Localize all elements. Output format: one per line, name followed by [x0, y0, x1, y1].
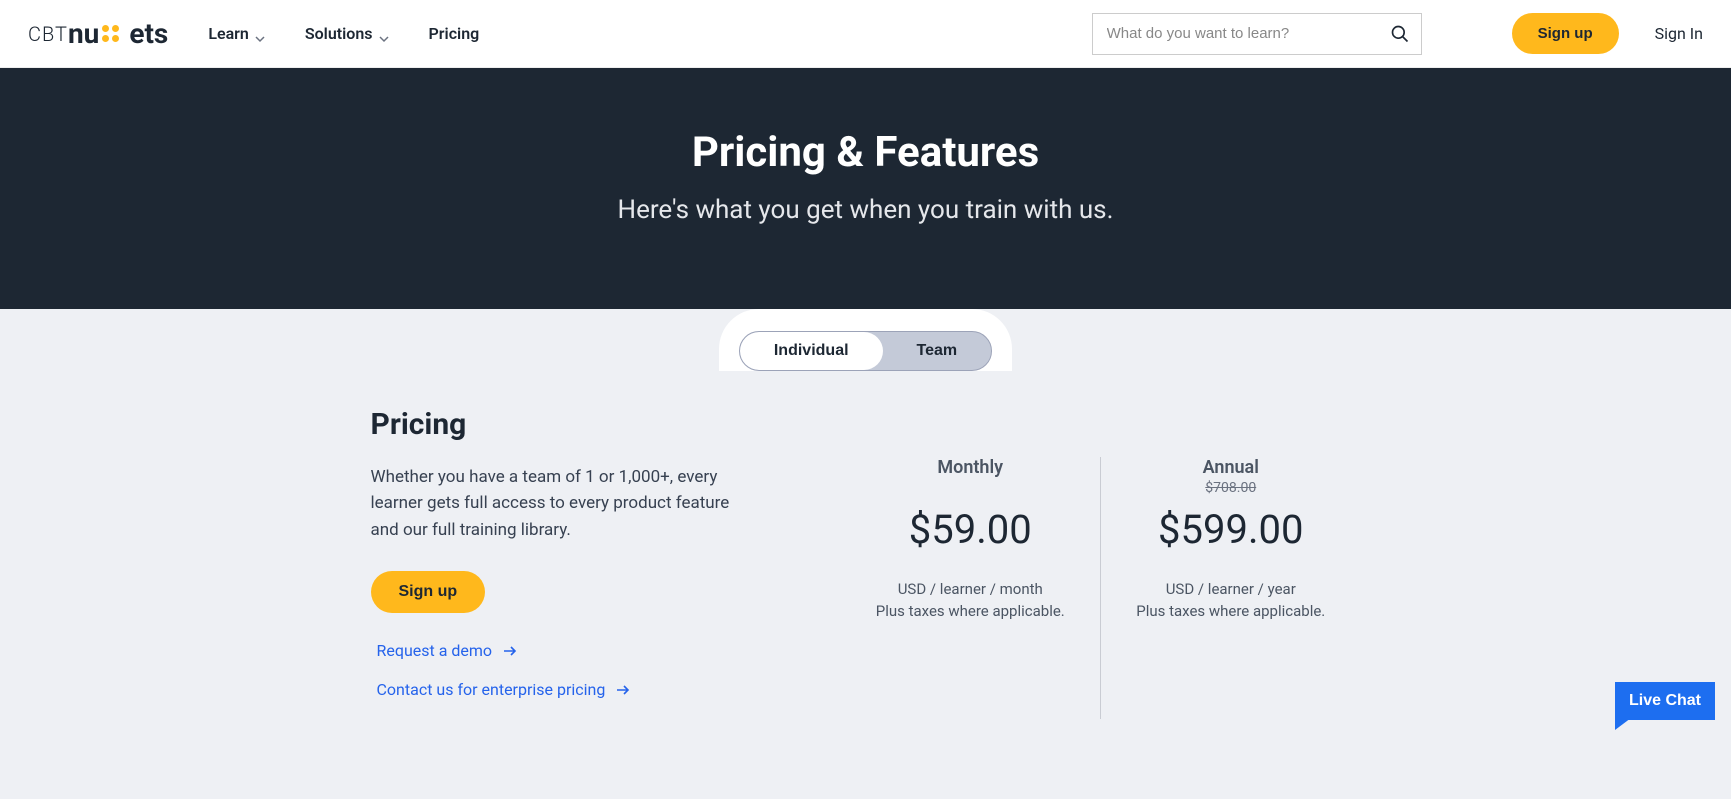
hero: Pricing & Features Here's what you get w… [0, 68, 1731, 345]
annual-strike: $708.00 [1101, 480, 1361, 498]
search-icon[interactable] [1390, 24, 1410, 44]
logo[interactable]: CBT nu ets [28, 17, 168, 50]
enterprise-pricing-label: Contact us for enterprise pricing [377, 680, 606, 699]
chevron-down-icon [379, 29, 389, 39]
nav-solutions[interactable]: Solutions [305, 24, 389, 43]
monthly-label: Monthly [841, 457, 1101, 478]
annual-label: Annual [1101, 457, 1361, 478]
toggle-team[interactable]: Team [883, 332, 992, 370]
nav-learn[interactable]: Learn [208, 24, 265, 43]
main-nav: Learn Solutions Pricing [208, 24, 479, 43]
pricing-signup-button[interactable]: Sign up [371, 571, 486, 613]
chat-tail-icon [1615, 718, 1631, 730]
price-card-annual: Annual $708.00 $599.00 USD / learner / y… [1101, 457, 1361, 719]
live-chat-button[interactable]: Live Chat [1615, 682, 1715, 720]
logo-dots-icon [101, 24, 127, 43]
logo-cbt: CBT [28, 22, 68, 46]
logo-nu: nu [68, 17, 99, 50]
pricing-cards: Monthly $59.00 USD / learner / month Plu… [841, 407, 1361, 719]
live-chat-label: Live Chat [1629, 692, 1701, 709]
search-wrap [1092, 13, 1422, 55]
monthly-sub2: Plus taxes where applicable. [841, 601, 1101, 623]
nav-solutions-label: Solutions [305, 24, 373, 43]
pricing-left: Pricing Whether you have a team of 1 or … [371, 407, 801, 719]
signup-button[interactable]: Sign up [1512, 13, 1619, 54]
arrow-right-icon [502, 643, 518, 659]
toggle-individual[interactable]: Individual [740, 332, 883, 370]
logo-ets: ets [129, 17, 168, 50]
annual-sub2: Plus taxes where applicable. [1101, 601, 1361, 623]
plan-toggle: Individual Team [739, 331, 992, 371]
price-card-monthly: Monthly $59.00 USD / learner / month Plu… [841, 457, 1102, 719]
monthly-strike [841, 480, 1101, 498]
search-input[interactable] [1092, 13, 1422, 55]
request-demo-label: Request a demo [377, 641, 493, 660]
monthly-sub1: USD / learner / month [841, 579, 1101, 601]
header: CBT nu ets Learn Solutions Pricing [0, 0, 1731, 68]
request-demo-link[interactable]: Request a demo [377, 641, 801, 660]
nav-pricing-label: Pricing [429, 24, 480, 43]
arrow-right-icon [615, 682, 631, 698]
plan-toggle-wrap: Individual Team [0, 309, 1731, 371]
pricing-section: Pricing Whether you have a team of 1 or … [0, 371, 1731, 799]
live-chat[interactable]: Live Chat [1615, 682, 1715, 720]
nav-pricing[interactable]: Pricing [429, 24, 480, 43]
annual-price: $599.00 [1101, 506, 1361, 553]
enterprise-pricing-link[interactable]: Contact us for enterprise pricing [377, 680, 801, 699]
annual-sub1: USD / learner / year [1101, 579, 1361, 601]
monthly-price: $59.00 [841, 506, 1101, 553]
nav-learn-label: Learn [208, 24, 249, 43]
signin-link[interactable]: Sign In [1655, 24, 1703, 43]
pricing-body: Whether you have a team of 1 or 1,000+, … [371, 464, 731, 543]
hero-title: Pricing & Features [0, 128, 1731, 177]
hero-subtitle: Here's what you get when you train with … [0, 195, 1731, 225]
chevron-down-icon [255, 29, 265, 39]
pricing-heading: Pricing [371, 407, 801, 442]
